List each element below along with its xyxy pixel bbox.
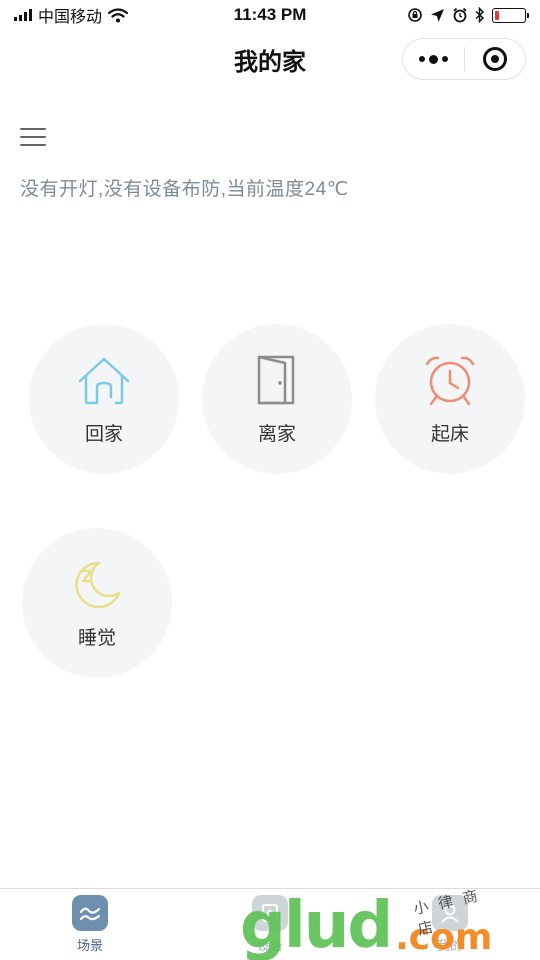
tab-devices[interactable]: 设备 bbox=[180, 889, 360, 960]
status-time: 11:43 PM bbox=[233, 5, 307, 24]
tab-label: 场景 bbox=[76, 938, 103, 953]
tab-label: 我的 bbox=[436, 938, 463, 953]
nav-bar: 我的家 bbox=[0, 30, 540, 88]
status-right bbox=[326, 7, 529, 23]
scene-button-wake[interactable]: 起床 bbox=[375, 324, 525, 474]
battery-icon bbox=[492, 7, 529, 23]
tab-bar: 场景 设备 我的 bbox=[0, 888, 540, 960]
hamburger-menu-icon[interactable] bbox=[20, 126, 46, 148]
scene-button-leave[interactable]: 离家 bbox=[202, 324, 352, 474]
alarm-clock-icon bbox=[425, 356, 475, 405]
more-dots-icon[interactable] bbox=[403, 39, 464, 79]
wifi-icon bbox=[108, 7, 129, 22]
tab-scenes[interactable]: 场景 bbox=[0, 889, 180, 960]
orientation-lock-icon bbox=[408, 8, 422, 22]
scene-label: 睡觉 bbox=[77, 627, 116, 649]
carrier-name: 中国移动 bbox=[38, 9, 103, 26]
scene-label: 起床 bbox=[430, 423, 469, 445]
scene-button-sleep[interactable]: 睡觉 bbox=[22, 528, 172, 678]
scene-label: 离家 bbox=[257, 423, 296, 445]
location-icon bbox=[431, 8, 444, 22]
scene-tab-icon bbox=[72, 895, 108, 931]
tab-profile[interactable]: 我的 bbox=[360, 889, 540, 960]
status-bar: 中国移动 11:43 PM bbox=[0, 0, 540, 30]
house-icon bbox=[78, 357, 130, 404]
alarm-icon bbox=[453, 7, 467, 23]
moon-icon bbox=[75, 561, 121, 608]
home-status-text: 没有开灯,没有设备布防,当前温度24℃ bbox=[20, 179, 349, 200]
scene-label: 回家 bbox=[84, 423, 123, 445]
tab-label: 设备 bbox=[256, 938, 283, 953]
profile-tab-icon bbox=[432, 895, 468, 931]
door-icon bbox=[257, 355, 295, 404]
battery-fill bbox=[495, 10, 500, 20]
scene-button-home[interactable]: 回家 bbox=[29, 324, 179, 474]
page-title: 我的家 bbox=[234, 48, 306, 76]
bluetooth-icon bbox=[475, 7, 485, 23]
close-button[interactable] bbox=[465, 39, 526, 79]
close-target-icon bbox=[482, 47, 507, 71]
mini-program-capsule bbox=[402, 38, 526, 80]
device-tab-icon bbox=[252, 895, 288, 931]
status-left: 中国移动 bbox=[14, 3, 214, 27]
signal-icon bbox=[14, 9, 32, 21]
